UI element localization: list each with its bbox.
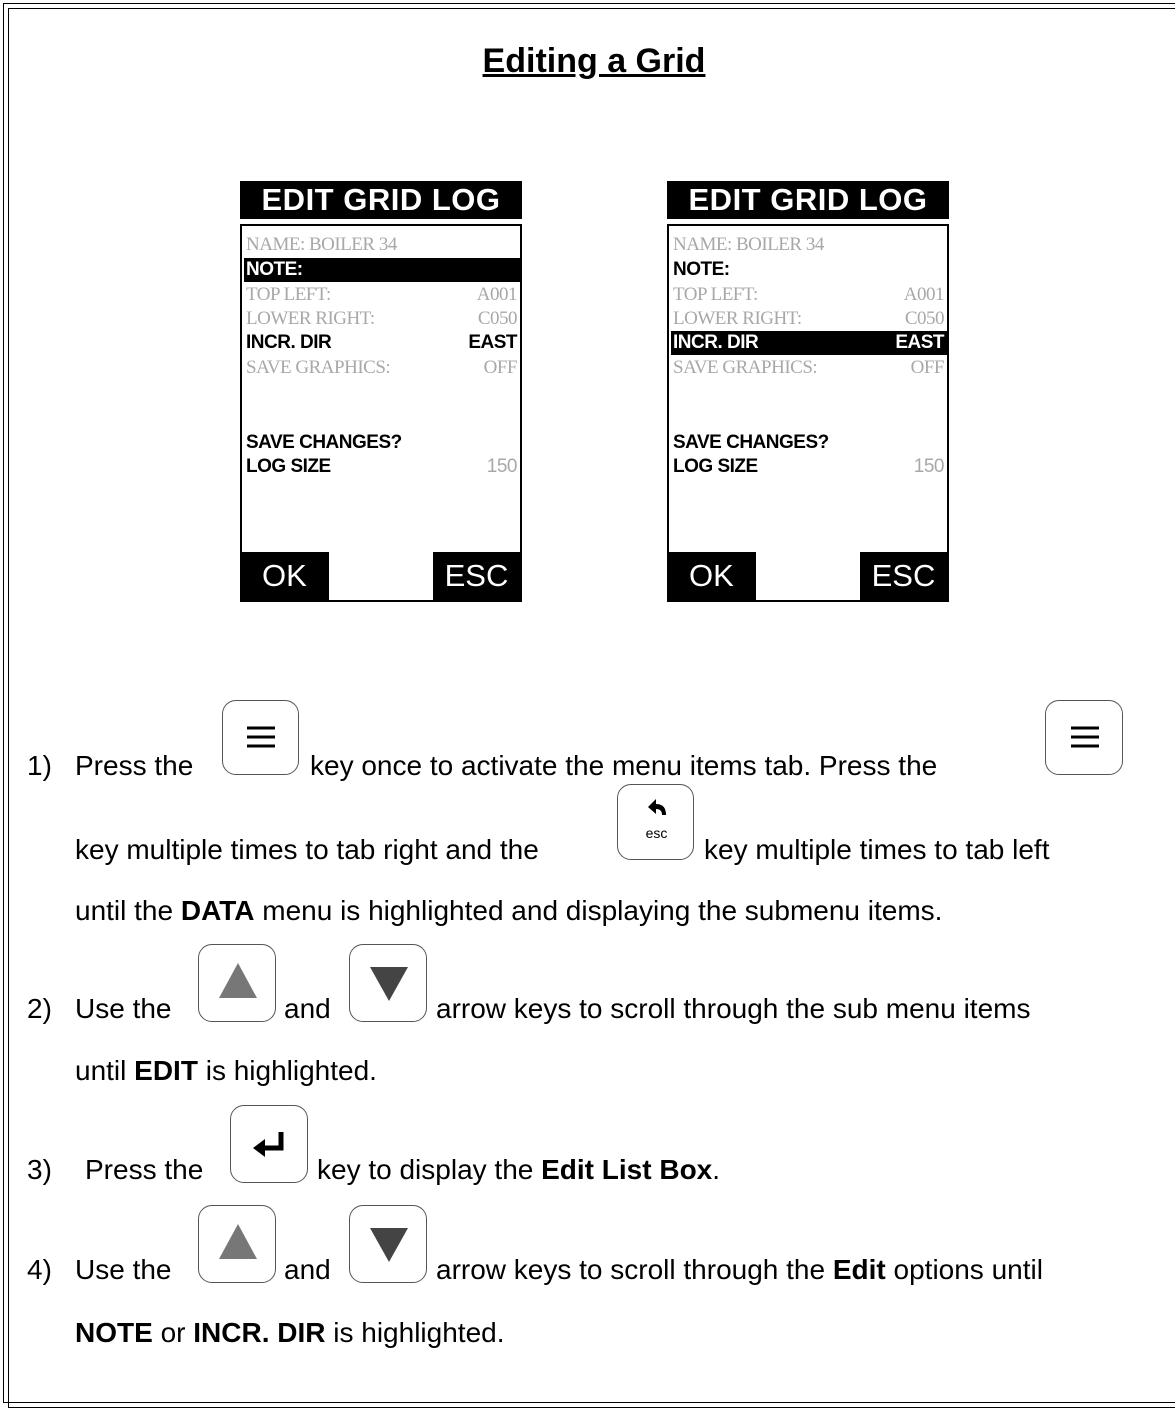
step-text: arrow keys to scroll through the sub men… [436,993,1031,1024]
lcd-title: EDIT GRID LOG [667,181,949,219]
lcd-row-note: NOTE: [673,259,730,280]
down-arrow-key [349,1205,427,1283]
step-number: 3) [27,1154,52,1185]
lcd-screen-1: EDIT GRID LOG NAME: BOILER 34 NOTE: TOP … [240,181,522,602]
page-border-inner [8,8,1175,1408]
lcd-row-name: NAME: BOILER 34 [246,234,397,255]
lcd-row-save-changes: SAVE CHANGES? [246,432,402,453]
up-arrow-icon [219,1224,257,1259]
step-text: key multiple times to tab left [704,834,1050,865]
step-number: 1) [27,750,52,781]
lcd-row-incr-dir: INCR. DIR EAST [671,331,947,355]
step-text: and [284,993,331,1024]
softkey-ok: OK [669,552,756,600]
step-text: until the DATA menu is highlighted and d… [75,895,943,926]
enter-key [230,1105,308,1183]
lcd-row-save-graphics: SAVE GRAPHICS: OFF [246,357,518,378]
esc-label: esc [645,825,668,841]
menu-icon [1071,726,1099,748]
up-arrow-key [198,944,276,1022]
step-text: key once to activate the menu items tab.… [310,750,938,781]
lcd-title: EDIT GRID LOG [240,181,522,219]
step-number: 2) [27,993,52,1024]
step-text: Use the [75,993,172,1024]
lcd-row-lower-right: LOWER RIGHT: C050 [673,308,945,329]
step-text: arrow keys to scroll through the Edit op… [436,1254,1043,1285]
enter-icon [253,1132,284,1157]
down-arrow-icon [370,1228,408,1262]
softkey-esc: ESC [860,552,947,600]
step-text: Use the [75,1254,172,1285]
step-text: Press the [85,1154,204,1185]
step-text: Press the [75,750,194,781]
lcd-row-log-size: LOG SIZE 150 [246,456,518,477]
up-arrow-icon [219,963,257,998]
up-arrow-key [198,1205,276,1283]
lcd-body: NAME: BOILER 34 NOTE: TOP LEFT: A001 LOWE… [240,224,522,602]
page-title: Editing a Grid [482,42,706,80]
down-arrow-icon [370,967,408,1001]
back-arrow-icon [648,799,666,815]
menu-key [1045,700,1123,775]
lcd-row-save-changes: SAVE CHANGES? [673,432,829,453]
lcd-row-top-left: TOP LEFT: A001 [673,284,945,305]
step-text: key to display the Edit List Box. [317,1154,721,1185]
step-number: 4) [27,1254,52,1285]
softkey-ok: OK [242,552,329,600]
lcd-screen-2: EDIT GRID LOG NAME: BOILER 34 NOTE: TOP … [667,181,949,602]
lcd-body: NAME: BOILER 34 NOTE: TOP LEFT: A001 LOWE… [667,224,949,602]
step-text: until EDIT is highlighted. [75,1055,377,1086]
step-text: key multiple times to tab right and the [75,834,539,865]
lcd-row-top-left: TOP LEFT: A001 [246,284,518,305]
lcd-row-name: NAME: BOILER 34 [673,234,824,255]
step-text: and [284,1254,331,1285]
softkey-esc: ESC [433,552,520,600]
lcd-row-log-size: LOG SIZE 150 [673,456,945,477]
menu-key [222,700,299,775]
lcd-row-incr-dir: INCR. DIR EAST [246,332,517,353]
down-arrow-key [349,944,427,1022]
menu-icon [247,726,275,748]
lcd-row-note: NOTE: [244,258,520,282]
lcd-row-lower-right: LOWER RIGHT: C050 [246,308,518,329]
lcd-row-save-graphics: SAVE GRAPHICS: OFF [673,357,945,378]
step-text: NOTE or INCR. DIR is highlighted. [75,1317,505,1348]
esc-key: esc [617,784,694,860]
